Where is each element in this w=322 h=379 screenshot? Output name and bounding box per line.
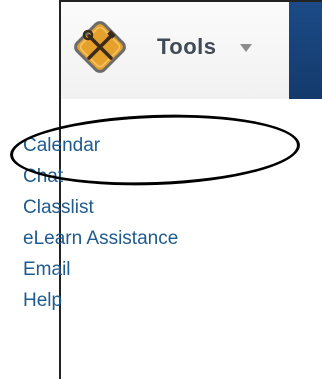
menu-item-help[interactable]: Help [23, 285, 178, 316]
caret-down-icon[interactable] [240, 44, 252, 52]
header-accent-bar [289, 2, 322, 99]
tools-menu-list: Calendar Chat Classlist eLearn Assistanc… [23, 130, 178, 316]
menu-item-chat[interactable]: Chat [23, 161, 178, 192]
menu-item-calendar[interactable]: Calendar [23, 130, 178, 161]
menu-item-classlist[interactable]: Classlist [23, 192, 178, 223]
tools-crossed-icon [74, 21, 126, 73]
tools-header: Tools [61, 2, 322, 99]
menu-item-elearn-assistance[interactable]: eLearn Assistance [23, 223, 178, 254]
menu-item-email[interactable]: Email [23, 254, 178, 285]
tools-menu-title[interactable]: Tools [157, 34, 217, 60]
